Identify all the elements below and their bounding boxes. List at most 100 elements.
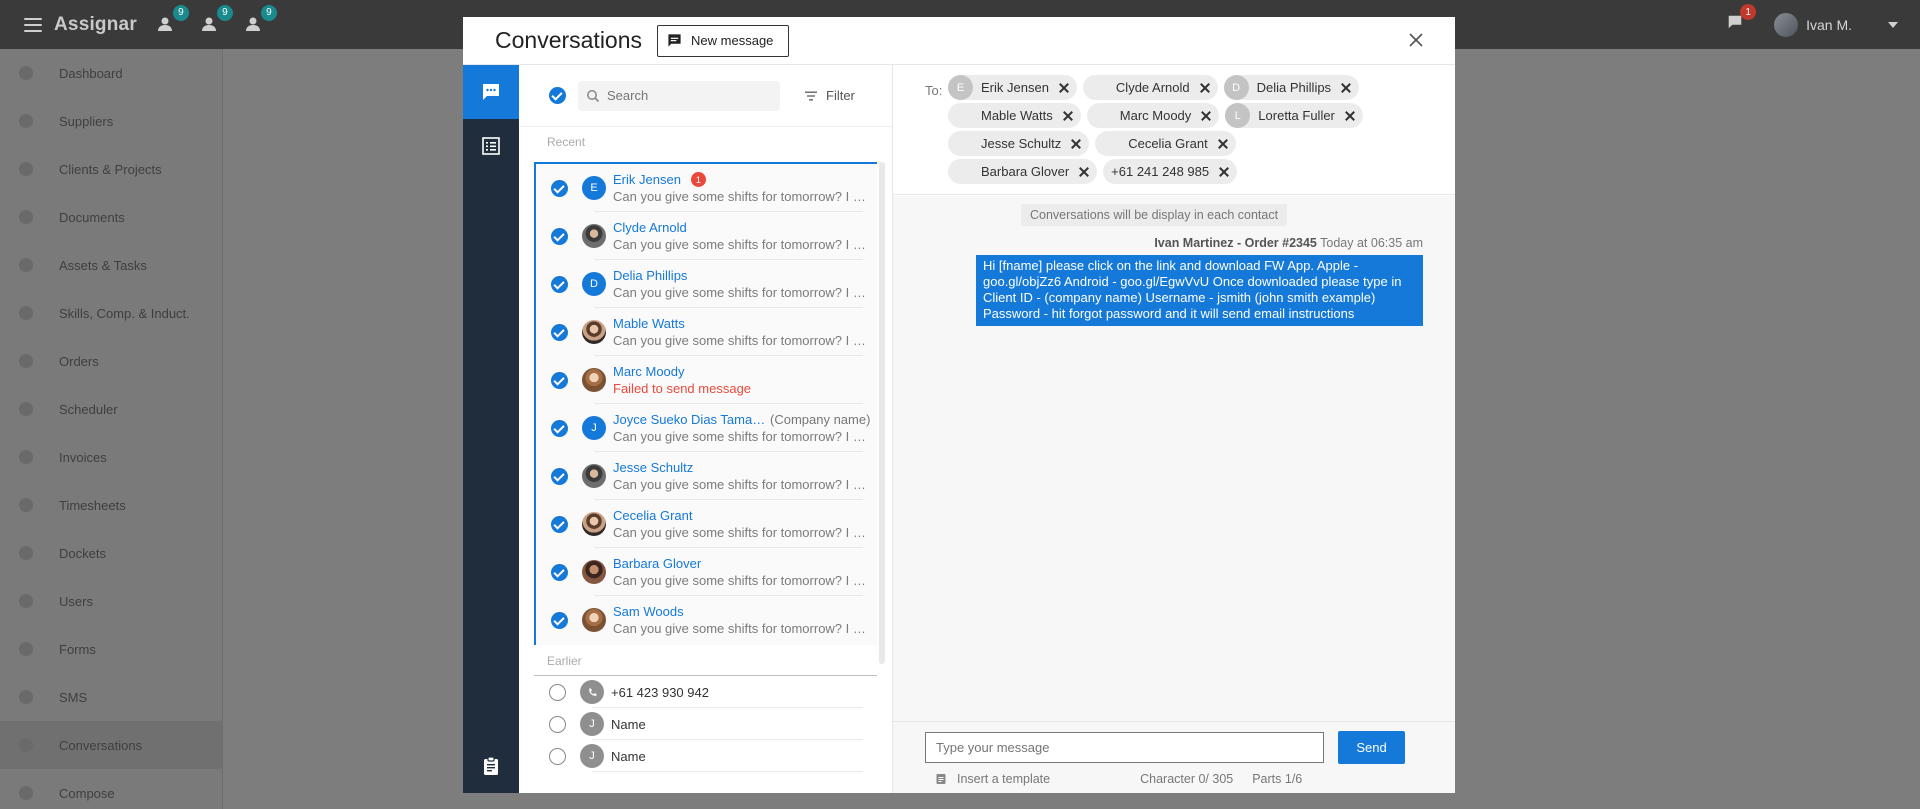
sidebar-item-compose[interactable]: Compose [0,769,222,809]
list-item[interactable]: Marc Moody Failed to send message [536,356,877,404]
sidebar-item-dashboard[interactable]: Dashboard [0,49,222,97]
list-item[interactable]: Jesse Schultz Can you give some shifts fo… [536,452,877,500]
row-radio[interactable] [549,683,566,701]
recipient-chip[interactable]: Barbara Glover [948,159,1098,184]
sidebar-item-assets-tasks[interactable]: Assets & Tasks [0,241,222,289]
list-toolbar: Filter [519,65,892,127]
new-message-button[interactable]: New message [657,24,790,57]
close-icon[interactable] [1409,33,1423,47]
list-item[interactable]: J Name [534,708,877,740]
filter-button[interactable]: Filter [804,88,855,103]
remove-icon[interactable] [1201,111,1211,121]
people-icon[interactable]: 9 [199,4,233,36]
avatar [582,368,606,392]
select-all-checkbox[interactable] [549,87,566,104]
row-checkbox[interactable] [551,467,568,485]
avatar[interactable] [1774,12,1799,37]
sidebar-item-users[interactable]: Users [0,577,222,625]
sidebar-item-dockets[interactable]: Dockets [0,529,222,577]
contact-name: Erik Jensen [613,172,681,187]
sidebar-item-sms[interactable]: SMS [0,673,222,721]
app-logo[interactable]: Assignar [54,14,137,36]
recipient-chip[interactable]: Jesse Schultz [948,131,1090,156]
row-radio[interactable] [549,715,566,733]
recipient-chip[interactable]: L Loretta Fuller [1225,103,1363,128]
search-box[interactable] [578,80,780,111]
people-icon[interactable]: 9 [155,4,189,36]
menu-icon[interactable] [24,17,42,32]
conversations-rail [463,65,519,793]
row-checkbox[interactable] [551,275,568,293]
list-item[interactable]: J Name [534,740,877,772]
avatar [582,464,606,488]
row-checkbox[interactable] [551,323,568,341]
list-item[interactable]: J Joyce Sueko Dias Tamachiro (Company nam… [536,404,877,452]
people-icon[interactable]: 9 [243,4,277,36]
sidebar-item-documents[interactable]: Documents [0,193,222,241]
recipient-chip[interactable]: Cecelia Grant [1095,131,1236,156]
list-item[interactable]: Cecelia Grant Can you give some shifts fo… [536,500,877,548]
list-item[interactable]: D Delia Phillips Can you give some shifts… [536,260,877,308]
recipient-chip[interactable]: E Erik Jensen [948,75,1077,100]
row-radio[interactable] [549,747,566,765]
chat-icon[interactable]: 1 [1726,4,1757,36]
remove-icon[interactable] [1079,167,1089,177]
remove-icon[interactable] [1345,111,1355,121]
row-checkbox[interactable] [551,419,568,437]
row-checkbox[interactable] [551,563,568,581]
nav-icon [19,402,33,416]
list-item[interactable]: Mable Watts Can you give some shifts for … [536,308,877,356]
row-checkbox[interactable] [551,515,568,533]
chevron-down-icon[interactable] [1888,21,1898,28]
avatar [582,608,606,632]
row-checkbox[interactable] [551,611,568,629]
remove-icon[interactable] [1071,139,1081,149]
sidebar-item-forms[interactable]: Forms [0,625,222,673]
row-checkbox[interactable] [551,179,568,197]
list-item[interactable]: Barbara Glover Can you give some shifts f… [536,548,877,596]
sidebar-item-conversations[interactable]: Conversations [0,721,222,769]
insert-template-link[interactable]: Insert a template [957,772,1050,786]
sidebar-item-suppliers[interactable]: Suppliers [0,97,222,145]
sidebar-item-timesheets[interactable]: Timesheets [0,481,222,529]
sidebar-item-clients-projects[interactable]: Clients & Projects [0,145,222,193]
remove-icon[interactable] [1200,83,1210,93]
remove-icon[interactable] [1218,139,1228,149]
list-item[interactable]: +61 423 930 942 [534,676,877,708]
sidebar-item-scheduler[interactable]: Scheduler [0,385,222,433]
message-preview: Can you give some shifts for tomorrow? I… [613,189,871,204]
nav-icon [19,642,33,656]
contact-name: Sam Woods [613,604,684,619]
tab-messages[interactable] [463,65,519,119]
send-button[interactable]: Send [1338,731,1405,764]
message-bubble: Hi [fname] please click on the link and … [976,255,1423,326]
remove-icon[interactable] [1341,83,1351,93]
list-item[interactable]: Sam Woods Can you give some shifts for to… [536,596,877,644]
sidebar-item-invoices[interactable]: Invoices [0,433,222,481]
notification-badge: 9 [216,4,233,21]
recipient-chip[interactable]: D Delia Phillips [1223,75,1360,100]
search-input[interactable] [607,88,767,103]
message-preview: Can you give some shifts for tomorrow? I… [613,237,871,252]
row-checkbox[interactable] [551,371,568,389]
list-item[interactable]: E Erik Jensen 1 Can you give some shifts f… [536,164,877,212]
scrollbar[interactable] [879,162,885,664]
message-input[interactable] [925,732,1324,763]
user-name[interactable]: Ivan M. [1806,17,1852,33]
remove-icon[interactable] [1059,83,1069,93]
tab-templates[interactable] [463,739,519,793]
recipient-chip[interactable]: +61 241 248 985 [1103,159,1238,184]
remove-icon[interactable] [1063,111,1073,121]
character-count: Character 0/ 305 [1140,772,1234,786]
recipient-chip[interactable]: Mable Watts [948,103,1081,128]
row-checkbox[interactable] [551,227,568,245]
sidebar-item-orders[interactable]: Orders [0,337,222,385]
list-item[interactable]: Clyde Arnold Can you give some shifts for… [536,212,877,260]
remove-icon[interactable] [1219,167,1229,177]
sidebar-item-skills[interactable]: Skills, Comp. & Induct. [0,289,222,337]
recipient-chip[interactable]: Marc Moody [1086,103,1220,128]
contact-name: Name [611,716,646,732]
avatar: E [582,176,606,200]
tab-list[interactable] [463,119,519,173]
recipient-chip[interactable]: Clyde Arnold [1082,75,1218,100]
